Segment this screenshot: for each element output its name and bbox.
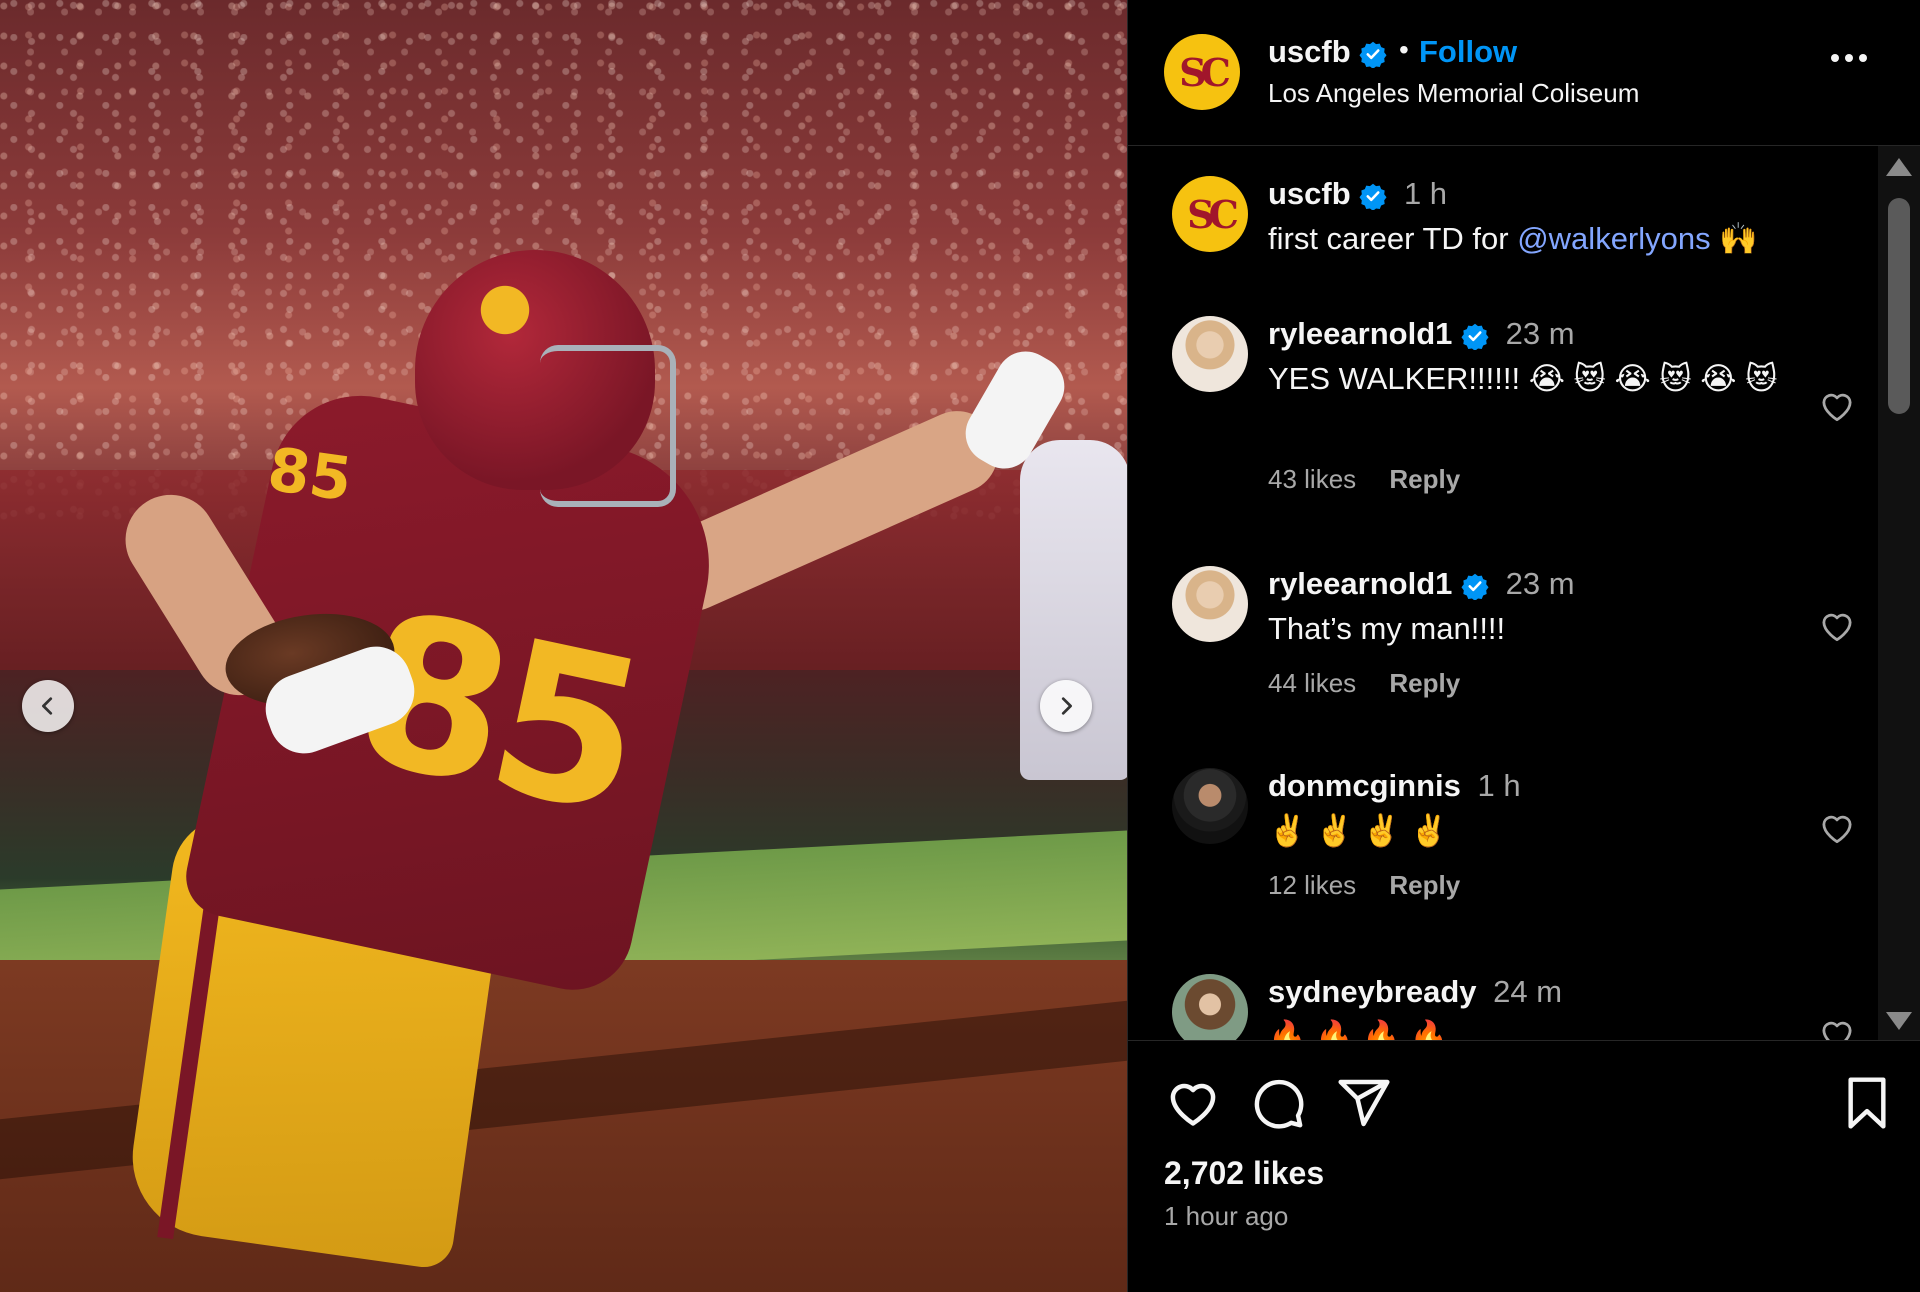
comment-time: 1 h (1477, 768, 1521, 803)
comment-username[interactable]: donmcginnis 1 h (1268, 768, 1521, 804)
comment-username-text: ryleearnold1 (1268, 316, 1453, 351)
post-media[interactable]: 85 85 (0, 0, 1127, 1292)
heart-icon (1170, 1083, 1216, 1126)
comment-likes[interactable]: 44 likes (1268, 668, 1356, 698)
comment-time: 23 m (1505, 566, 1575, 601)
comment-like-button[interactable] (1818, 388, 1856, 425)
comment-text: ✌️ ✌️ ✌️ ✌️ (1268, 813, 1449, 848)
heart-icon (1822, 815, 1852, 844)
heart-icon (1822, 613, 1852, 642)
scroll-up-arrow[interactable] (1886, 158, 1912, 176)
share-icon (1338, 1079, 1390, 1127)
comment-time: 23 m (1505, 316, 1575, 351)
comment-likes[interactable]: 12 likes (1268, 870, 1356, 900)
reply-button[interactable]: Reply (1389, 668, 1460, 699)
comment-meta: 12 likes Reply (1268, 870, 1460, 901)
post-side-panel: SC uscfb • Follow Los Angeles Memorial C… (1127, 0, 1920, 1292)
post-timestamp[interactable]: 1 hour ago (1164, 1201, 1288, 1232)
comment-username[interactable]: sydneybready 24 m (1268, 974, 1562, 1010)
comment-username-text: ryleearnold1 (1268, 566, 1453, 601)
comment-username[interactable]: ryleearnold1 23 m (1268, 566, 1575, 602)
heart-icon (1822, 393, 1852, 422)
carousel-next-button[interactable] (1040, 680, 1092, 732)
commenter-avatar[interactable] (1172, 566, 1248, 642)
commenter-avatar[interactable] (1172, 768, 1248, 844)
comments-list[interactable]: SC uscfb 1 h first career TD for @walker… (1128, 146, 1879, 1040)
reply-button[interactable]: Reply (1389, 870, 1460, 901)
commenter-avatar[interactable] (1172, 316, 1248, 392)
comment-likes[interactable]: 43 likes (1268, 464, 1356, 494)
heart-icon (1822, 1021, 1852, 1040)
username-text: uscfb (1268, 34, 1351, 69)
helmet-logo (465, 275, 545, 345)
comment-like-button[interactable] (1818, 1016, 1856, 1040)
save-icon (1848, 1077, 1886, 1129)
more-options-icon (1831, 54, 1867, 62)
comment-meta: 44 likes Reply (1268, 668, 1460, 699)
comment-icon (1254, 1079, 1304, 1129)
comment-time: 24 m (1493, 974, 1563, 1009)
more-options-button[interactable] (1829, 52, 1869, 67)
helmet-facemask (540, 345, 676, 507)
comment-username-text: donmcginnis (1268, 768, 1461, 803)
account-username[interactable]: uscfb (1268, 34, 1387, 70)
like-button[interactable] (1164, 1075, 1222, 1130)
comment-text: 🔥 🔥 🔥 🔥 (1268, 1019, 1449, 1040)
caption-avatar[interactable]: SC (1172, 176, 1248, 252)
caption-text: first career TD for @walkerlyons 🙌 (1268, 216, 1828, 262)
reply-button[interactable]: Reply (1389, 464, 1460, 495)
comment-username-text: sydneybready (1268, 974, 1477, 1009)
verified-icon (1461, 573, 1489, 600)
verified-icon (1359, 183, 1387, 210)
comment-like-button[interactable] (1818, 810, 1856, 847)
carousel-prev-button[interactable] (22, 680, 74, 732)
verified-icon (1461, 323, 1489, 350)
sc-logo: SC (1187, 191, 1239, 237)
save-button[interactable] (1842, 1075, 1892, 1134)
jersey-shoulder-number: 85 (263, 434, 356, 516)
follow-button[interactable]: Follow (1419, 34, 1517, 70)
comment-button[interactable] (1250, 1075, 1306, 1134)
caption-body: first career TD for (1268, 221, 1518, 256)
post-location[interactable]: Los Angeles Memorial Coliseum (1268, 78, 1639, 109)
caption-emoji: 🙌 (1719, 221, 1758, 256)
separator-dot: • (1399, 34, 1409, 65)
post-header: SC uscfb • Follow Los Angeles Memorial C… (1128, 0, 1920, 146)
comment-username[interactable]: ryleearnold1 23 m (1268, 316, 1575, 352)
chevron-left-icon (42, 697, 53, 715)
sc-logo: SC (1179, 49, 1231, 95)
caption-time: 1 h (1403, 176, 1448, 211)
scrollbar-thumb[interactable] (1888, 198, 1910, 414)
share-button[interactable] (1336, 1075, 1392, 1134)
comment-text: YES WALKER!!!!!! 😭 😻 😭 😻 😭 😻 (1268, 361, 1778, 396)
account-avatar[interactable]: SC (1164, 34, 1240, 110)
comment-like-button[interactable] (1818, 608, 1856, 645)
caption-mention-link[interactable]: @walkerlyons (1517, 221, 1710, 256)
caption-username-text: uscfb (1268, 176, 1351, 211)
commenter-avatar[interactable] (1172, 974, 1248, 1040)
comment-text: That’s my man!!!! (1268, 611, 1506, 646)
comment-meta: 43 likes Reply (1268, 464, 1460, 495)
post-actions-footer: 2,702 likes 1 hour ago (1128, 1040, 1920, 1292)
scroll-down-arrow[interactable] (1886, 1012, 1912, 1030)
likes-count[interactable]: 2,702 likes (1164, 1155, 1324, 1192)
chevron-right-icon (1061, 697, 1072, 715)
caption-username[interactable]: uscfb 1 h (1268, 176, 1447, 212)
football-player-photo: 85 85 (0, 0, 1127, 1292)
verified-icon (1359, 41, 1387, 68)
